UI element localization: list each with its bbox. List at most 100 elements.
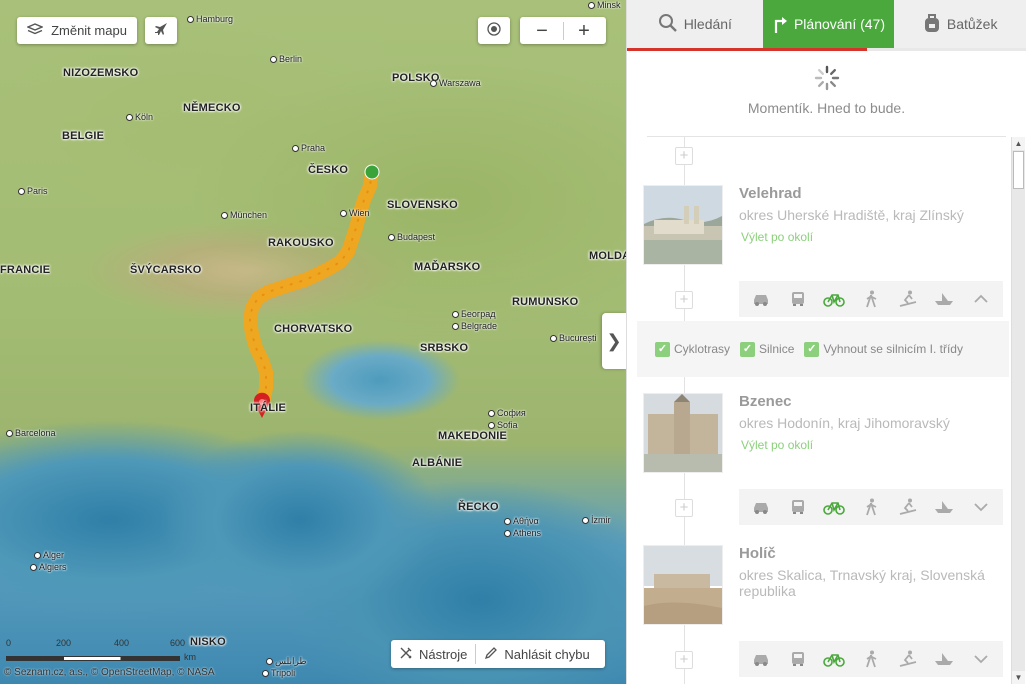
map-view[interactable]: NIZOZEMSKO NĚMECKO POLSKO BELGIE ČESKO S… [0, 0, 626, 684]
chevron-down-icon[interactable] [967, 645, 995, 673]
tools-button[interactable]: Nástroje [391, 640, 475, 668]
search-icon [658, 13, 678, 36]
city-label: Athens [504, 528, 541, 538]
tab-backpack[interactable]: Batůžek [894, 0, 1026, 48]
boat-icon[interactable] [930, 285, 958, 313]
skiing-icon[interactable] [894, 285, 922, 313]
bicycle-icon[interactable] [820, 645, 848, 673]
tab-search[interactable]: Hledání [627, 0, 763, 48]
city-label: München [221, 210, 267, 220]
chevron-up-icon[interactable] [967, 285, 995, 313]
report-error-button[interactable]: Nahlásit chybu [476, 640, 597, 668]
roads-label: Silnice [759, 342, 795, 356]
city-label: București [550, 333, 597, 343]
route-point[interactable]: Holíč okres Skalica, Trnavský kraj, Slov… [643, 545, 1013, 627]
country-label: NĚMECKO [183, 102, 241, 114]
bus-icon[interactable] [784, 285, 812, 313]
add-point-button[interactable]: + [675, 499, 693, 517]
bicycle-icon[interactable] [820, 285, 848, 313]
scrollbar[interactable]: ▲ ▼ [1011, 137, 1025, 684]
bus-icon[interactable] [784, 493, 812, 521]
car-icon[interactable] [747, 493, 775, 521]
scale-tick: 600 [170, 638, 186, 648]
bus-icon[interactable] [784, 645, 812, 673]
city-label: Hamburg [187, 14, 233, 24]
tab-search-label: Hledání [683, 16, 732, 32]
scroll-up-arrow[interactable]: ▲ [1012, 137, 1025, 150]
tab-underline [627, 48, 1026, 51]
city-label: Paris [18, 186, 48, 196]
roads-checkbox[interactable]: ✓ Silnice [740, 341, 795, 357]
route-points-list[interactable]: + Velehrad okres Uherské Hradiště, kraj … [627, 137, 1026, 684]
car-icon[interactable] [747, 645, 775, 673]
car-icon[interactable] [747, 285, 775, 313]
zoom-in-icon[interactable]: + [568, 21, 600, 41]
country-label: ITÁLIE [250, 402, 287, 414]
scale-tick: 200 [56, 638, 72, 648]
chevron-down-icon[interactable] [967, 493, 995, 521]
city-label: Berlin [270, 54, 302, 64]
cycle-routes-label: Cyklotrasy [674, 342, 731, 356]
transport-modes [739, 641, 1003, 677]
walking-icon[interactable] [857, 493, 885, 521]
avoid-main-roads-checkbox[interactable]: ✓ Vyhnout se silnicím I. třídy [804, 341, 963, 357]
boat-icon[interactable] [930, 493, 958, 521]
add-point-button[interactable]: + [675, 291, 693, 309]
route-line [243, 165, 379, 405]
country-label: SLOVENSKO [387, 199, 458, 211]
panel-tabs: Hledání Plánování (47) Batůžek [627, 0, 1026, 48]
flight-mode-button[interactable] [145, 17, 177, 44]
city-label: طرابلس [266, 656, 307, 667]
tab-planning[interactable]: Plánování (47) [762, 0, 895, 48]
country-label: RUMUNSKO [512, 296, 579, 308]
place-region: okres Skalica, Trnavský kraj, Slovenská … [739, 567, 985, 599]
place-name[interactable]: Bzenec [739, 393, 792, 410]
zoom-control: − + [520, 17, 606, 44]
skiing-icon[interactable] [894, 493, 922, 521]
country-label: FRANCIE [0, 264, 51, 276]
country-label: RAKOUSKO [268, 237, 334, 249]
city-label: Αθήνα [504, 516, 539, 526]
trip-link[interactable]: Výlet po okolí [741, 230, 813, 244]
place-name[interactable]: Velehrad [739, 185, 802, 202]
cycle-routes-checkbox[interactable]: ✓ Cyklotrasy [655, 341, 731, 357]
change-map-button[interactable]: Změnit mapu [17, 17, 137, 44]
pencil-icon [484, 646, 498, 663]
country-label: MAĎARSKO [414, 261, 481, 273]
report-error-label: Nahlásit chybu [504, 646, 590, 662]
city-label: Београд [452, 309, 495, 319]
scale-bar [6, 656, 180, 661]
scrollbar-thumb[interactable] [1013, 151, 1024, 189]
zoom-out-icon[interactable]: − [526, 21, 558, 41]
city-label: Sofia [488, 420, 518, 430]
bicycle-icon[interactable] [820, 493, 848, 521]
walking-icon[interactable] [857, 645, 885, 673]
collapse-panel-button[interactable]: ❯ [602, 313, 626, 369]
loading-message: Momentík. Hned to bude. [747, 100, 906, 116]
boat-icon[interactable] [930, 645, 958, 673]
tab-backpack-label: Batůžek [946, 16, 998, 32]
skiing-icon[interactable] [894, 645, 922, 673]
route-point[interactable]: Bzenec okres Hodonín, kraj Jihomoravský … [643, 393, 1013, 475]
locate-me-button[interactable] [478, 17, 510, 44]
city-label: Alger [34, 550, 64, 560]
add-point-button[interactable]: + [675, 651, 693, 669]
add-point-button[interactable]: + [675, 147, 693, 165]
walking-icon[interactable] [857, 285, 885, 313]
scroll-down-arrow[interactable]: ▼ [1012, 671, 1025, 684]
place-name[interactable]: Holíč [739, 545, 776, 562]
country-label: NIZOZEMSKO [63, 67, 139, 79]
country-label: CHORVATSKO [274, 323, 353, 335]
place-region: okres Hodonín, kraj Jihomoravský [739, 415, 950, 431]
trip-link[interactable]: Výlet po okolí [741, 438, 813, 452]
country-label: MAKEDONIE [438, 430, 508, 442]
country-label: BELGIE [62, 130, 105, 142]
place-region: okres Uherské Hradiště, kraj Zlínský [739, 207, 964, 223]
map-copyright[interactable]: © Seznam.cz, a.s., © OpenStreetMap, © NA… [4, 667, 215, 678]
route-layer [243, 164, 380, 418]
backpack-icon [923, 13, 941, 36]
zoom-divider [562, 21, 564, 40]
route-point[interactable]: Velehrad okres Uherské Hradiště, kraj Zl… [643, 185, 1013, 267]
scale-unit: km [184, 652, 196, 662]
city-label: Warszawa [430, 78, 481, 88]
